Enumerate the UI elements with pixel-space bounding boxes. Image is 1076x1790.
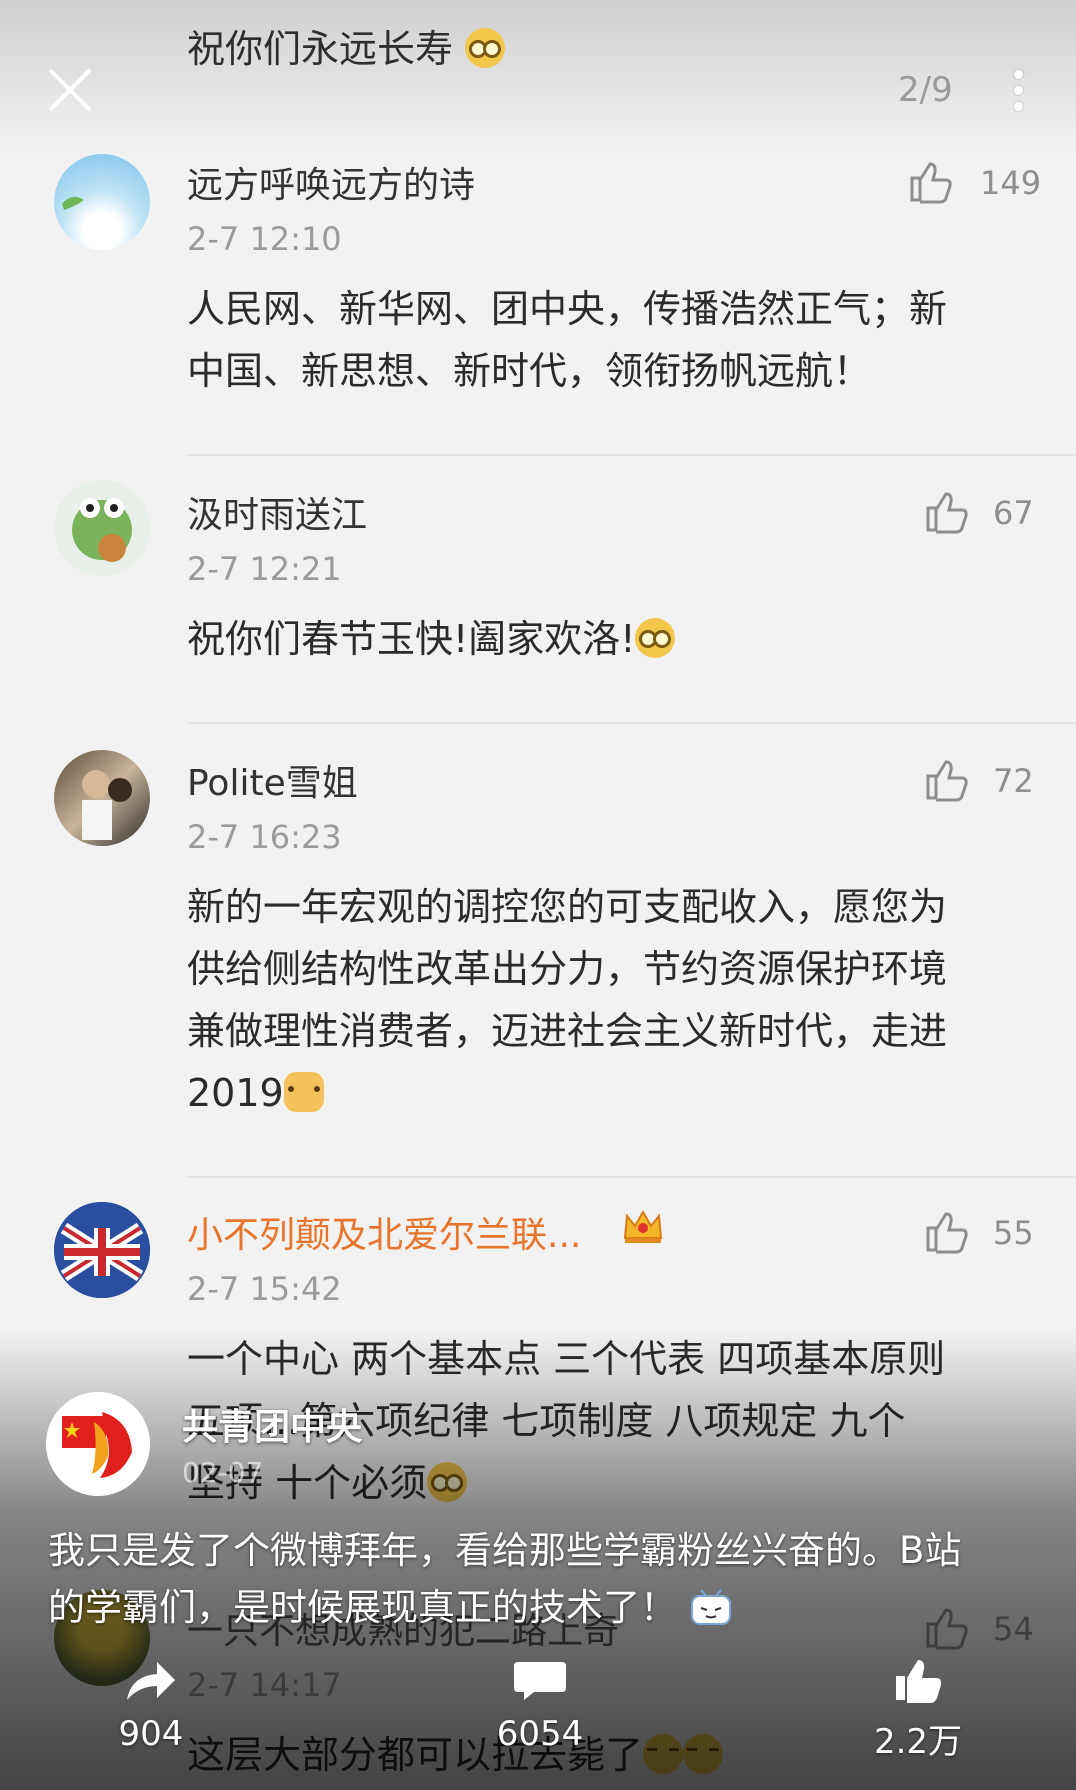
comment-line-text: 祝你们春节玉快!阖家欢洛! xyxy=(187,617,636,661)
comment-username[interactable]: Polite雪姐 xyxy=(187,754,358,806)
thumbs-up-icon[interactable] xyxy=(924,490,970,534)
more-options-icon[interactable] xyxy=(1008,66,1028,122)
glasses-emoji-icon xyxy=(635,618,676,658)
glasses-emoji-icon xyxy=(465,28,506,68)
page-indicator: 2/9 xyxy=(898,70,953,110)
like-count: 67 xyxy=(993,494,1034,532)
comment-action[interactable]: 6054 xyxy=(465,1656,615,1754)
share-action[interactable]: 904 xyxy=(76,1656,226,1754)
laugh-cry-emoji-icon xyxy=(643,1734,684,1774)
post-text-line: 的学霸们，是时候展现真正的技术了！ xyxy=(48,1579,1038,1636)
comment-line: 新的一年宏观的调控您的可支配收入，愿您为 xyxy=(187,885,948,929)
laugh-cry-emoji-icon xyxy=(683,1734,724,1774)
comment-body: 人民网、新华网、团中央，传播浩然正气；新 中国、新思想、新时代，领衔扬帆远航！ xyxy=(187,278,1027,402)
divider xyxy=(187,722,1076,724)
comment-line: 供给侧结构性改革出分力，节约资源保护环境 xyxy=(187,947,948,991)
like-count-total: 2.2万 xyxy=(873,1722,963,1762)
comment-time: 2-7 12:21 xyxy=(187,550,342,588)
like-count: 55 xyxy=(993,1214,1034,1252)
thumbs-up-icon xyxy=(896,1660,942,1703)
divider xyxy=(187,454,1076,456)
comment-line: 人民网、新华网、团中央，传播浩然正气；新 xyxy=(187,287,948,331)
glasses-emoji-icon xyxy=(427,1462,468,1502)
post-text-line-text: 的学霸们，是时候展现真正的技术了！ xyxy=(48,1586,677,1629)
close-icon[interactable] xyxy=(44,64,96,116)
avatar[interactable] xyxy=(54,1202,150,1298)
comment-time: 2-7 15:42 xyxy=(187,1270,342,1308)
comment-username[interactable]: 远方呼唤远方的诗 xyxy=(187,156,475,208)
previous-comment-label: 祝你们永远长寿 xyxy=(187,27,454,71)
avatar[interactable] xyxy=(54,480,150,576)
post-text-line: 我只是发了个微博拜年，看给那些学霸粉丝兴奋的。B站 xyxy=(48,1529,962,1572)
comment-username[interactable]: 小不列颠及北爱尔兰联... xyxy=(187,1206,581,1258)
share-icon xyxy=(127,1662,175,1700)
comment-count: 6054 xyxy=(496,1714,584,1754)
comment-line: 兼做理性消费者，迈进社会主义新时代，走进 xyxy=(187,1009,948,1053)
comment-line: 2019 xyxy=(187,1062,1027,1124)
divider xyxy=(187,1176,1076,1178)
avatar[interactable] xyxy=(54,154,150,250)
comment-icon xyxy=(514,1662,566,1700)
doge-emoji-icon xyxy=(283,1072,324,1112)
like-action[interactable]: 2.2万 xyxy=(843,1656,993,1763)
comment-line: 一个中心 两个基本点 三个代表 四项基本原则 xyxy=(187,1337,946,1381)
avatar[interactable] xyxy=(54,750,150,846)
thumbs-up-icon[interactable] xyxy=(908,160,954,204)
like-count: 149 xyxy=(980,164,1042,202)
comment-line: 祝你们春节玉快!阖家欢洛! xyxy=(187,608,1027,670)
post-text: 我只是发了个微博拜年，看给那些学霸粉丝兴奋的。B站 的学霸们，是时候展现真正的技… xyxy=(48,1522,1038,1636)
comment-username[interactable]: 汲时雨送江 xyxy=(187,486,367,538)
poster-avatar[interactable] xyxy=(46,1392,150,1496)
poster-name[interactable]: 共青团中央 xyxy=(182,1398,362,1450)
comment-time: 2-7 12:10 xyxy=(187,220,342,258)
comment-time: 2-7 16:23 xyxy=(187,818,342,856)
previous-comment-text: 祝你们永远长寿 xyxy=(187,18,506,73)
thumbs-up-icon[interactable] xyxy=(924,758,970,802)
comment-line: 中国、新思想、新时代，领衔扬帆远航！ xyxy=(187,349,872,393)
share-count: 904 xyxy=(118,1714,184,1754)
comment-body: 新的一年宏观的调控您的可支配收入，愿您为 供给侧结构性改革出分力，节约资源保护环… xyxy=(187,876,1027,1124)
comment-line-text: 2019 xyxy=(187,1071,284,1115)
poster-date: 02-07 xyxy=(182,1456,264,1489)
bilibili-tv-emoji-icon xyxy=(690,1589,731,1625)
thumbs-up-icon[interactable] xyxy=(924,1210,970,1254)
comment-line: 坚持 十个必须 xyxy=(187,1452,1027,1514)
like-count: 72 xyxy=(993,762,1034,800)
comment-body: 祝你们春节玉快!阖家欢洛! xyxy=(187,608,1027,670)
crown-icon xyxy=(624,1209,663,1243)
